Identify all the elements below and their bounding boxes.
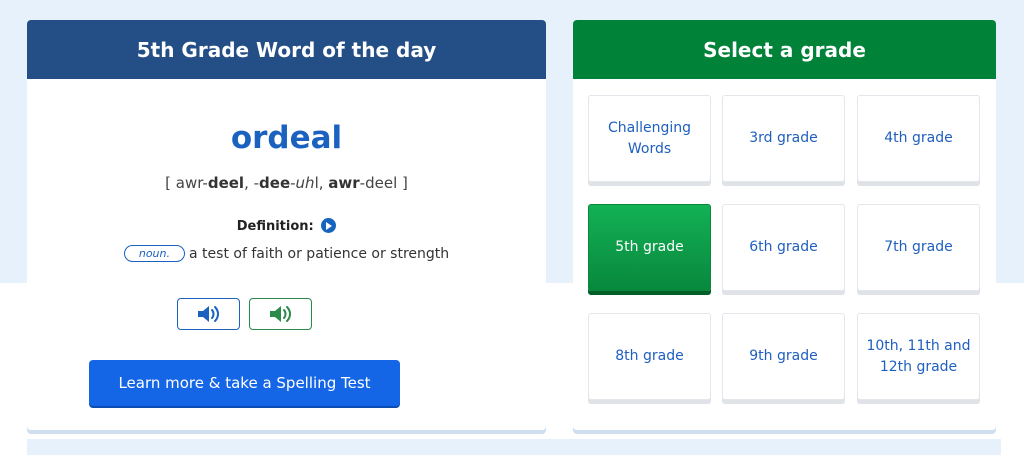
grade-challenging-words[interactable]: Challenging Words [588,95,711,182]
word-card-header: 5th Grade Word of the day [27,20,546,79]
grade-4th[interactable]: 4th grade [857,95,980,182]
speaker-icon [269,306,291,322]
grade-10-11-12[interactable]: 10th, 11th and 12th grade [857,313,980,400]
grade-card-title: Select a grade [703,37,866,62]
word-card-title: 5th Grade Word of the day [136,37,437,62]
grade-9th[interactable]: 9th grade [722,313,845,400]
part-of-speech-badge: noun. [123,245,186,262]
grade-5th-selected[interactable]: 5th grade [588,204,711,291]
next-section-strip [27,439,1001,455]
definition-row: noun. a test of faith or patience or stre… [27,245,546,262]
select-grade-card: Select a grade Challenging Words 3rd gra… [573,20,996,430]
play-definition-icon[interactable] [321,218,337,233]
word-of-the-day: ordeal [230,120,343,156]
spelling-test-button[interactable]: Learn more & take a Spelling Test [89,360,400,406]
grade-8th[interactable]: 8th grade [588,313,711,400]
grade-card-header: Select a grade [573,20,996,79]
speaker-icon [197,306,219,322]
pronounce-audio-button[interactable] [177,298,240,330]
pronounce-slow-audio-button[interactable] [249,298,312,330]
grade-7th[interactable]: 7th grade [857,204,980,291]
grade-3rd[interactable]: 3rd grade [722,95,845,182]
pronunciation: [ awr-deel, -dee-uhl, awr-deel ] [165,174,408,192]
definition-label: Definition: [27,218,546,234]
word-of-the-day-card: 5th Grade Word of the day ordeal [ awr-d… [27,20,546,430]
grade-6th[interactable]: 6th grade [722,204,845,291]
definition-text: a test of faith or patience or strength [189,246,450,262]
